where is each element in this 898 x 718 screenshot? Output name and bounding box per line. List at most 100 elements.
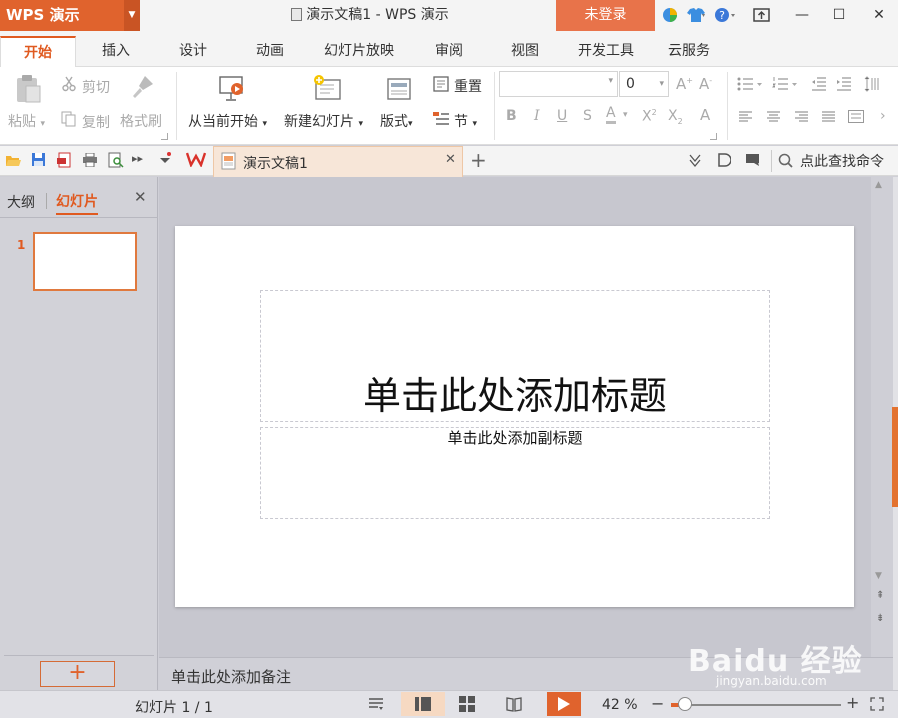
bold-icon[interactable]: B <box>506 108 517 124</box>
tab-developer[interactable]: 开发工具 <box>570 36 642 66</box>
minimize-button[interactable]: — <box>785 0 819 31</box>
align-left-icon[interactable] <box>739 111 753 123</box>
open-folder-icon[interactable] <box>5 153 21 167</box>
section-button[interactable]: 节 ▾ <box>454 111 477 131</box>
slide-thumbnail[interactable] <box>33 232 137 291</box>
shadow-icon[interactable]: S <box>583 108 592 124</box>
reset-button[interactable]: 重置 <box>454 76 482 96</box>
feedback-icon[interactable] <box>745 153 761 167</box>
search-placeholder: 点此查找命令 <box>800 154 884 170</box>
command-search-box[interactable]: 点此查找命令 <box>778 150 896 172</box>
notes-toggle-icon[interactable] <box>368 697 384 711</box>
save-icon[interactable] <box>31 152 46 167</box>
more-options-icon[interactable]: › <box>880 108 886 124</box>
task-pane-toggle[interactable] <box>892 407 898 507</box>
print-icon[interactable] <box>82 153 98 167</box>
previous-slide-icon[interactable]: ⇞ <box>876 591 884 601</box>
distributed-align-icon[interactable] <box>848 110 864 124</box>
tab-outline[interactable]: 大纲 <box>7 192 35 212</box>
increase-font-icon[interactable]: A+ <box>676 75 693 93</box>
add-slide-button[interactable]: + <box>40 661 115 687</box>
font-size-select[interactable]: 0 ▾ <box>619 71 669 97</box>
svg-text:?: ? <box>719 9 725 22</box>
font-dialog-launcher[interactable] <box>710 133 717 140</box>
italic-icon[interactable]: I <box>534 108 540 124</box>
cut-button[interactable]: 剪切 <box>82 77 110 97</box>
more-quick-tools-icon[interactable]: ▸▸ <box>132 152 143 165</box>
line-spacing-icon[interactable] <box>864 76 882 92</box>
paste-button[interactable]: 粘贴 ▾ <box>8 111 45 131</box>
zoom-out-icon[interactable]: − <box>651 694 664 713</box>
customize-toolbar-icon[interactable] <box>158 152 172 166</box>
new-slide-button[interactable]: 新建幻灯片 ▾ <box>284 111 363 131</box>
scroll-up-arrow-icon[interactable]: ▲ <box>875 180 882 190</box>
numbered-list-icon[interactable] <box>772 77 798 91</box>
close-window-button[interactable]: ✕ <box>862 0 896 31</box>
play-from-current-button[interactable]: 从当前开始 ▾ <box>188 111 267 131</box>
zoom-slider-thumb[interactable] <box>677 697 692 711</box>
login-button[interactable]: 未登录 <box>556 0 655 31</box>
tab-cloud-service[interactable]: 云服务 <box>660 36 718 66</box>
chevron-down-icon[interactable]: ▾ <box>623 110 628 120</box>
skin-center-icon[interactable] <box>662 7 678 23</box>
superscript-icon[interactable]: X2 <box>642 108 657 125</box>
increase-indent-icon[interactable] <box>836 77 852 91</box>
close-panel-icon[interactable]: ✕ <box>134 188 147 206</box>
paste-icon <box>14 74 42 104</box>
play-icon <box>558 697 570 711</box>
underline-icon[interactable]: U <box>557 108 567 124</box>
clipboard-dialog-launcher[interactable] <box>161 133 168 140</box>
zoom-in-icon[interactable]: + <box>846 693 859 712</box>
align-right-icon[interactable] <box>795 111 809 123</box>
tab-design[interactable]: 设计 <box>165 36 221 66</box>
export-pdf-icon[interactable] <box>56 152 72 168</box>
print-preview-icon[interactable] <box>108 152 124 168</box>
slide-sorter-icon[interactable] <box>459 696 475 712</box>
presentation-file-icon <box>221 152 236 170</box>
tab-animation[interactable]: 动画 <box>242 36 298 66</box>
decrease-font-icon[interactable]: A- <box>699 75 712 93</box>
next-slide-icon[interactable]: ⇟ <box>876 614 884 624</box>
layout-button[interactable]: 版式▾ <box>380 111 413 131</box>
subscript-icon[interactable]: X2 <box>668 108 683 126</box>
justify-icon[interactable] <box>822 111 836 123</box>
help-icon[interactable]: ? <box>714 7 736 23</box>
tab-view[interactable]: 视图 <box>497 36 553 66</box>
align-center-icon[interactable] <box>767 111 781 123</box>
skin-toggle-icon[interactable] <box>717 153 731 167</box>
vertical-scrollbar[interactable] <box>871 177 893 657</box>
document-tab[interactable]: 演示文稿1 ✕ <box>213 146 463 177</box>
panel-divider <box>0 217 158 218</box>
normal-view-button[interactable] <box>401 692 445 716</box>
reading-view-icon[interactable] <box>506 696 522 712</box>
reset-icon <box>432 75 450 93</box>
tab-slides[interactable]: 幻灯片 <box>56 191 98 215</box>
font-color-icon[interactable]: A <box>606 106 616 124</box>
clear-format-icon[interactable]: A <box>700 106 710 124</box>
toolbar-separator <box>771 150 772 172</box>
collapse-ribbon-icon[interactable] <box>688 153 702 167</box>
restore-layout-icon[interactable] <box>753 7 771 23</box>
app-menu-dropdown-icon[interactable]: ▼ <box>124 0 140 31</box>
zoom-slider-track[interactable] <box>671 704 841 706</box>
slideshow-play-button[interactable] <box>547 692 581 716</box>
tab-insert[interactable]: 插入 <box>88 36 144 66</box>
wps-home-icon[interactable] <box>186 151 206 167</box>
normal-view-icon <box>415 696 431 712</box>
zoom-percentage[interactable]: 42 % <box>602 697 638 713</box>
copy-button[interactable]: 复制 <box>82 112 110 132</box>
maximize-button[interactable]: ☐ <box>822 0 856 31</box>
fit-to-window-icon[interactable] <box>870 697 884 711</box>
bullet-list-icon[interactable] <box>737 77 763 91</box>
new-tab-button[interactable]: + <box>470 149 487 171</box>
format-painter-button[interactable]: 格式刷 <box>120 111 162 131</box>
decrease-indent-icon[interactable] <box>811 77 827 91</box>
scroll-down-arrow-icon[interactable]: ▼ <box>875 571 882 581</box>
app-menu-button[interactable]: WPS 演示 <box>0 0 124 31</box>
tab-slideshow[interactable]: 幻灯片放映 <box>316 36 402 66</box>
close-tab-icon[interactable]: ✕ <box>445 152 456 167</box>
font-name-select[interactable]: ▾ <box>499 71 618 97</box>
tab-review[interactable]: 审阅 <box>421 36 477 66</box>
tab-home[interactable]: 开始 <box>0 36 76 68</box>
skin-shirt-icon[interactable] <box>686 7 706 23</box>
